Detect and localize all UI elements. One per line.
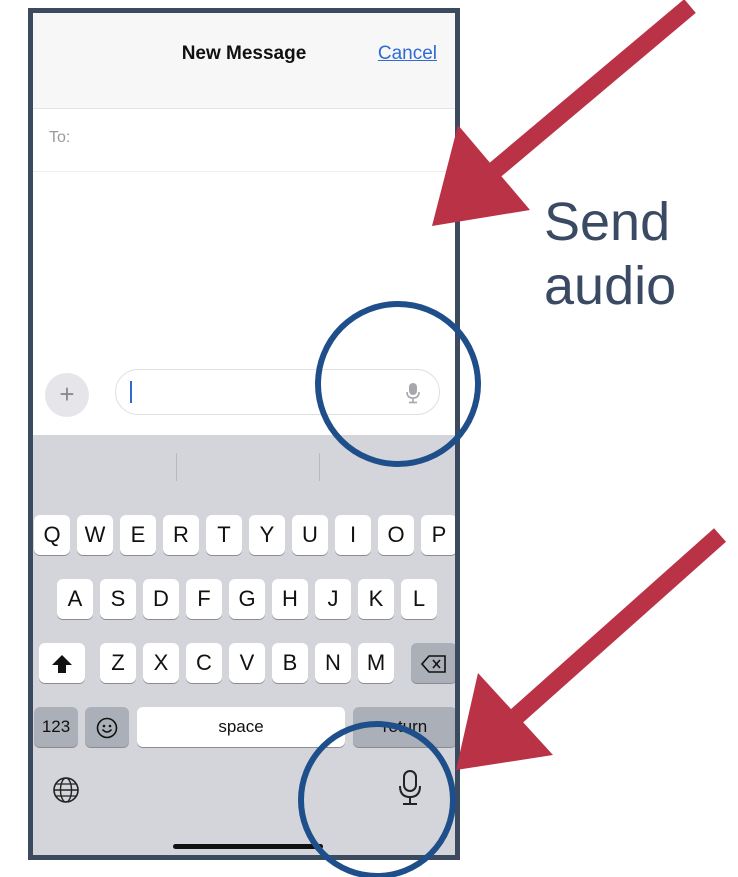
space-key[interactable]: space <box>137 707 345 747</box>
home-indicator <box>173 844 323 849</box>
key-d[interactable]: D <box>143 579 179 619</box>
key-i[interactable]: I <box>335 515 371 555</box>
key-z[interactable]: Z <box>100 643 136 683</box>
key-k[interactable]: K <box>358 579 394 619</box>
key-a[interactable]: A <box>57 579 93 619</box>
suggestion-bar <box>33 435 455 497</box>
keyboard: Q W E R T Y U I O P A S D F G H J K L Z … <box>33 435 455 855</box>
dictation-microphone-icon[interactable] <box>397 769 423 807</box>
key-m[interactable]: M <box>358 643 394 683</box>
recipient-field[interactable]: To: <box>33 109 455 172</box>
key-g[interactable]: G <box>229 579 265 619</box>
send-audio-label: Send audio <box>544 190 734 318</box>
message-header: New Message Cancel <box>33 13 455 109</box>
key-q[interactable]: Q <box>34 515 70 555</box>
suggestion-divider <box>319 453 320 481</box>
key-r[interactable]: R <box>163 515 199 555</box>
shift-key[interactable] <box>39 643 85 683</box>
cancel-button[interactable]: Cancel <box>378 43 437 65</box>
key-l[interactable]: L <box>401 579 437 619</box>
arrow-shaft-top <box>489 0 696 177</box>
send-audio-line1: Send <box>544 192 671 252</box>
key-o[interactable]: O <box>378 515 414 555</box>
send-audio-line2: audio <box>544 256 677 316</box>
message-input[interactable] <box>115 369 440 415</box>
globe-icon[interactable] <box>51 775 81 805</box>
key-u[interactable]: U <box>292 515 328 555</box>
emoji-key[interactable] <box>85 707 129 747</box>
key-p[interactable]: P <box>421 515 455 555</box>
key-j[interactable]: J <box>315 579 351 619</box>
key-s[interactable]: S <box>100 579 136 619</box>
arrow-head-bottom <box>456 673 553 770</box>
key-c[interactable]: C <box>186 643 222 683</box>
arrow-shaft-bottom <box>504 528 726 729</box>
key-b[interactable]: B <box>272 643 308 683</box>
key-t[interactable]: T <box>206 515 242 555</box>
key-f[interactable]: F <box>186 579 222 619</box>
microphone-icon[interactable] <box>405 382 421 404</box>
suggestion-divider <box>176 453 177 481</box>
key-e[interactable]: E <box>120 515 156 555</box>
text-cursor <box>130 381 132 403</box>
return-key[interactable]: return <box>353 707 455 747</box>
key-h[interactable]: H <box>272 579 308 619</box>
key-n[interactable]: N <box>315 643 351 683</box>
phone-screen: New Message Cancel To: + Q W E R T Y U I… <box>28 8 460 860</box>
emoji-icon <box>96 717 118 739</box>
add-attachment-button[interactable]: + <box>45 373 89 417</box>
key-v[interactable]: V <box>229 643 265 683</box>
key-w[interactable]: W <box>77 515 113 555</box>
recipient-label: To: <box>49 129 71 146</box>
delete-icon <box>420 655 446 673</box>
delete-key[interactable] <box>411 643 455 683</box>
key-y[interactable]: Y <box>249 515 285 555</box>
key-x[interactable]: X <box>143 643 179 683</box>
numbers-key[interactable]: 123 <box>34 707 78 747</box>
shift-icon <box>52 655 72 674</box>
